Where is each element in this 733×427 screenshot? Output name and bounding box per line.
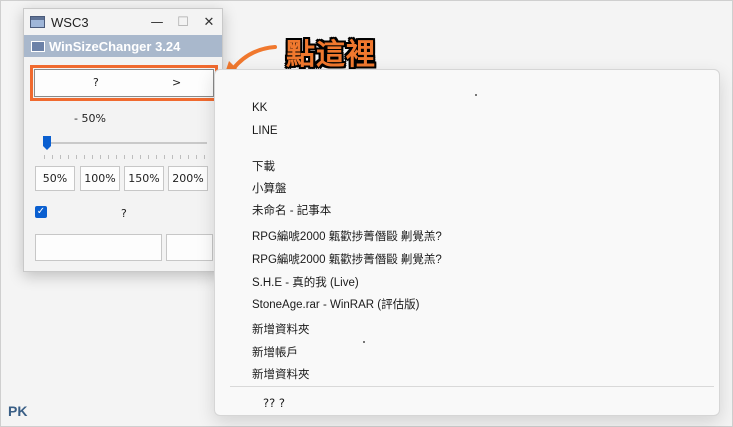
watermark-text: PK xyxy=(8,403,28,419)
annotation-label: 點這裡 xyxy=(286,37,377,71)
app-banner: WinSizeChanger 3.24 xyxy=(24,35,222,57)
list-item[interactable]: 未命名 - 記事本 xyxy=(252,202,331,218)
list-item[interactable]: 下載 xyxy=(252,158,275,174)
scale-50-button[interactable]: 50% xyxy=(35,166,75,191)
close-button[interactable]: ✕ xyxy=(196,9,222,35)
window-title: WSC3 xyxy=(51,14,89,30)
option-checkbox[interactable]: ✓ xyxy=(35,206,47,218)
window-select-value: ? xyxy=(93,76,99,89)
scale-label: - 50% xyxy=(74,112,106,125)
list-item[interactable]: StoneAge.rar - WinRAR (評估版) xyxy=(252,296,419,312)
option-checkbox-label: ? xyxy=(121,207,127,220)
app-window-icon xyxy=(30,16,45,28)
list-footer[interactable]: ?? ? xyxy=(263,396,285,410)
maximize-button[interactable]: ☐ xyxy=(170,9,196,35)
app-logo-icon xyxy=(31,40,45,52)
apply-button[interactable] xyxy=(35,234,162,261)
list-item[interactable]: S.H.E - 真的我 (Live) xyxy=(252,274,359,290)
list-item[interactable]: KK xyxy=(252,102,267,114)
dropdown-arrow-icon: > xyxy=(172,76,182,89)
list-item[interactable]: RPG編唬2000 甈歡捗菁僭毆 劓覺羔? xyxy=(252,228,442,244)
window-controls: — ☐ ✕ xyxy=(144,9,222,35)
dropdown-dot xyxy=(363,341,365,343)
window-list-dropdown: KK LINE 下載 小算盤 未命名 - 記事本 RPG編唬2000 甈歡捗菁僭… xyxy=(214,69,720,416)
list-item[interactable]: 新增資料夾 xyxy=(252,321,310,337)
scale-slider-track[interactable] xyxy=(44,142,207,144)
window-select-dropdown[interactable]: ? > xyxy=(30,65,218,101)
list-item[interactable]: 小算盤 xyxy=(252,180,287,196)
list-item[interactable]: LINE xyxy=(252,125,278,137)
minimize-button[interactable]: — xyxy=(144,9,170,35)
dropdown-dot xyxy=(475,94,477,96)
banner-title: WinSizeChanger 3.24 xyxy=(49,38,181,54)
scale-150-button[interactable]: 150% xyxy=(124,166,164,191)
list-item[interactable]: RPG編唬2000 甈歡捗菁僭毆 劓覺羔? xyxy=(252,251,442,267)
title-bar[interactable]: WSC3 — ☐ ✕ xyxy=(24,9,222,35)
watermark-logo: PK xyxy=(8,403,27,419)
list-item[interactable]: 新增帳戶 xyxy=(252,344,298,360)
list-divider xyxy=(230,386,714,387)
wsc-window: WSC3 — ☐ ✕ WinSizeChanger 3.24 ? > - 50%… xyxy=(23,8,223,272)
scale-slider-thumb[interactable] xyxy=(42,135,52,151)
slider-ticks xyxy=(44,155,207,159)
secondary-button[interactable] xyxy=(166,234,213,261)
list-item[interactable]: 新增資料夾 xyxy=(252,366,310,382)
scale-100-button[interactable]: 100% xyxy=(80,166,120,191)
scale-200-button[interactable]: 200% xyxy=(168,166,208,191)
